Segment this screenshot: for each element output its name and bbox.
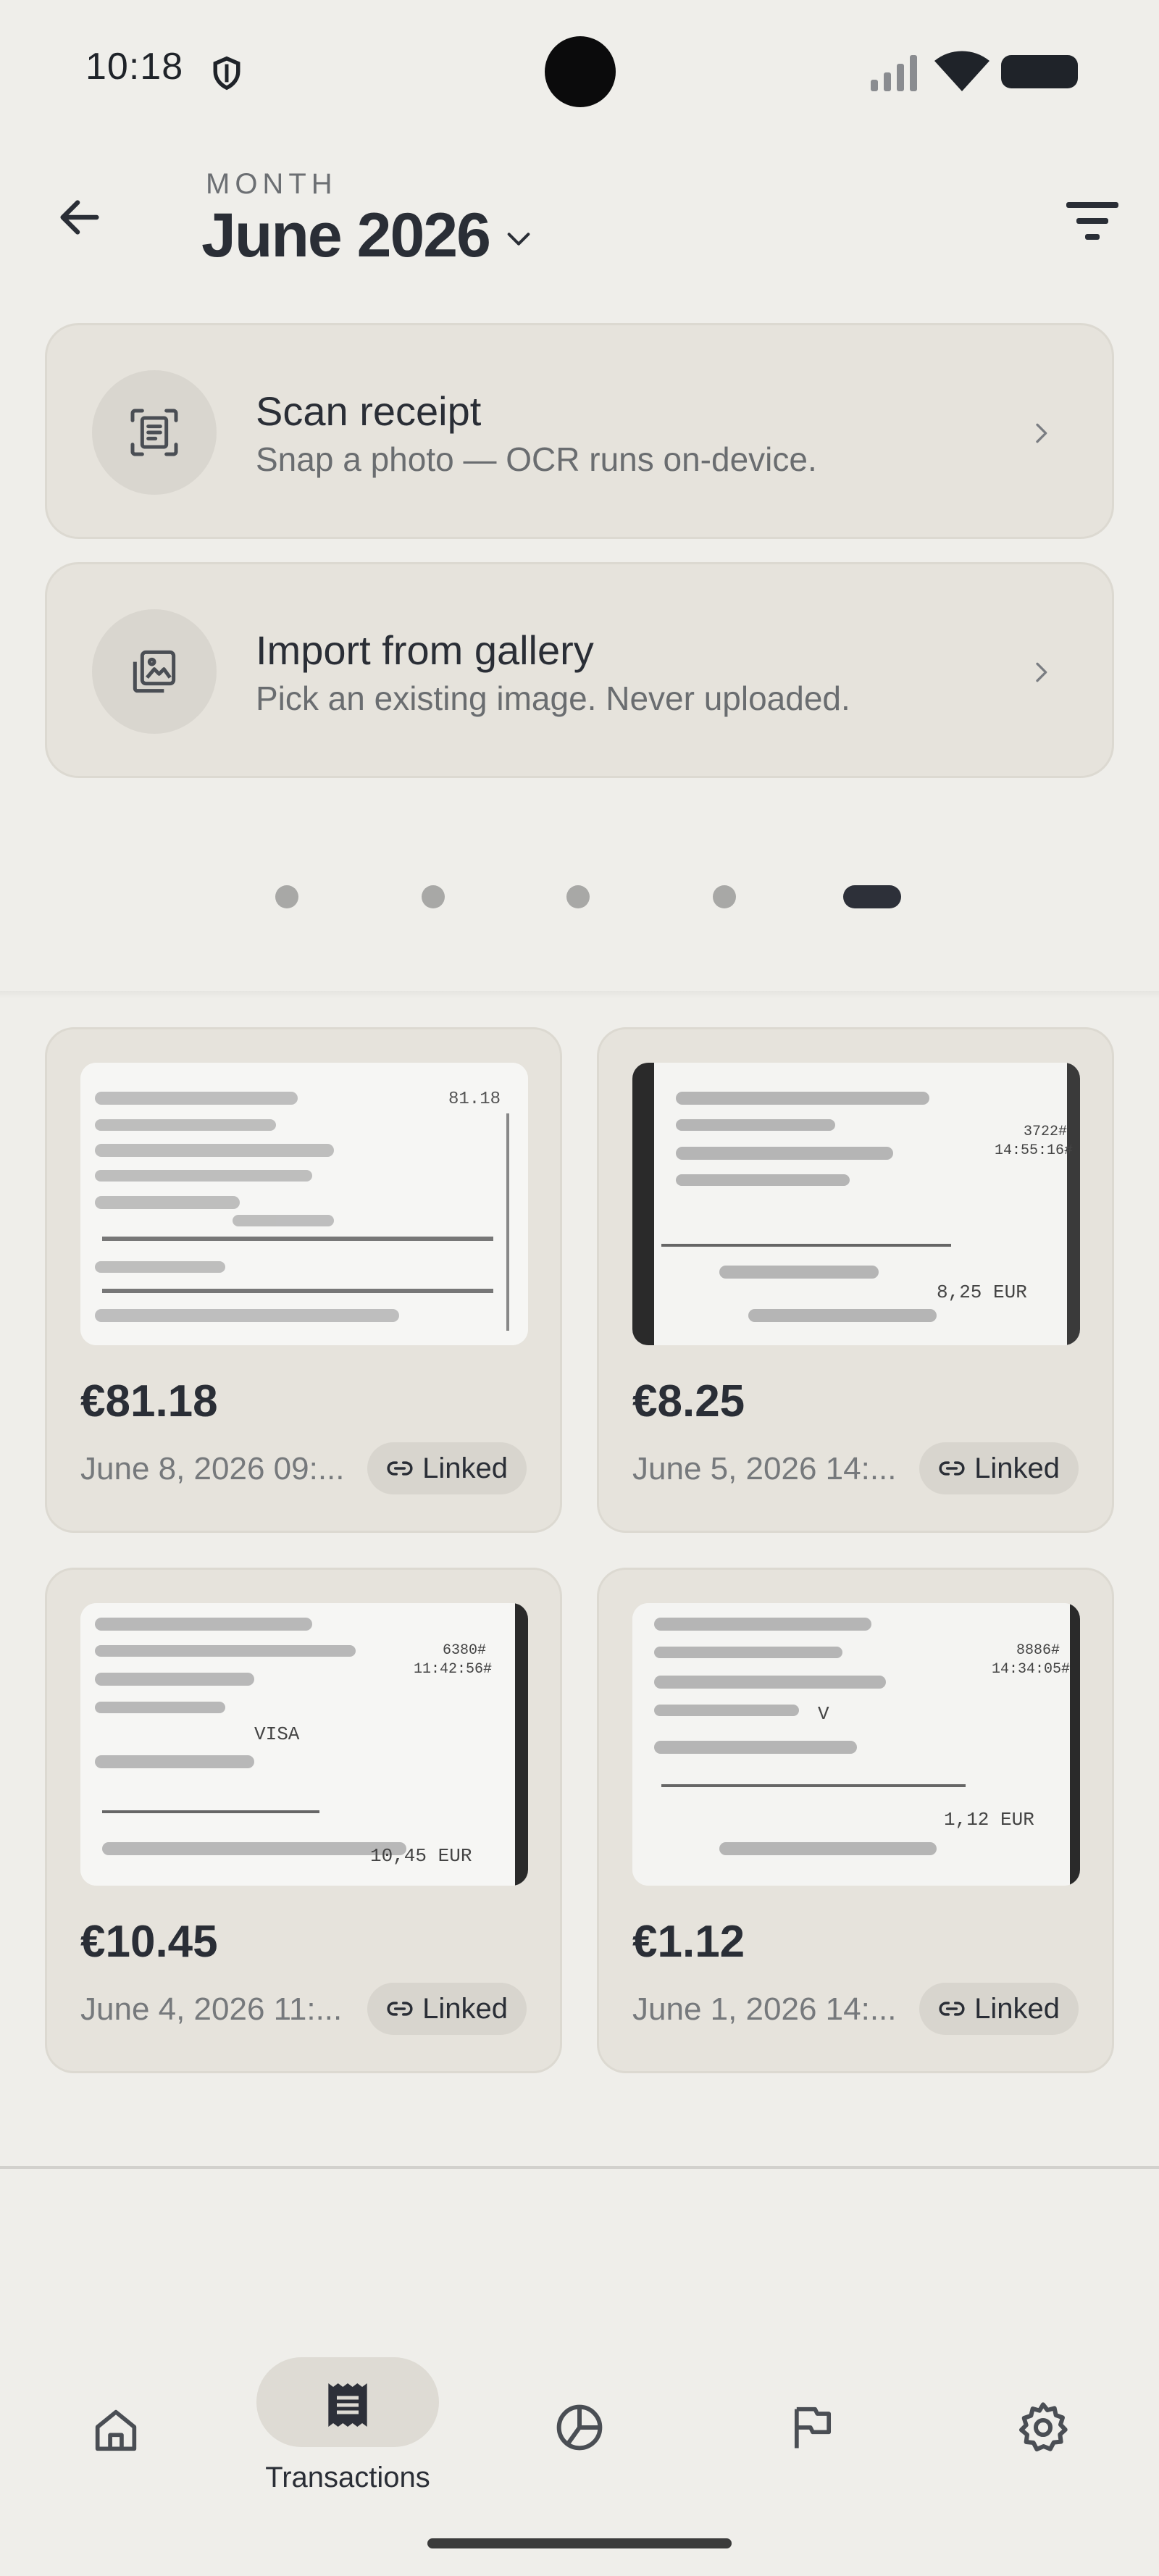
gear-icon bbox=[1019, 2402, 1068, 2451]
link-icon bbox=[387, 2002, 413, 2016]
pager-dot-1[interactable] bbox=[275, 885, 298, 908]
linked-label: Linked bbox=[974, 1452, 1060, 1484]
gallery-icon-container bbox=[92, 609, 217, 734]
nav-reports[interactable] bbox=[536, 2388, 623, 2467]
chevron-right-icon bbox=[1036, 423, 1047, 443]
pager-dot-2[interactable] bbox=[422, 885, 445, 908]
receipt-date: June 4, 2026 11:... bbox=[80, 1991, 343, 2027]
receipt-ocr-text: 1,12 EUR bbox=[944, 1809, 1034, 1831]
linked-badge: Linked bbox=[919, 1983, 1079, 2035]
receipt-thumbnail: 8886# 14:34:05# V 1,12 EUR bbox=[632, 1603, 1080, 1886]
receipt-date: June 1, 2026 14:... bbox=[632, 1991, 897, 2027]
receipt-thumbnail: 81.18 bbox=[80, 1063, 528, 1345]
scan-receipt-card[interactable]: Scan receipt Snap a photo — OCR runs on-… bbox=[45, 323, 1114, 539]
link-icon bbox=[939, 2002, 965, 2016]
filter-icon bbox=[1066, 202, 1118, 240]
nav-goals[interactable] bbox=[769, 2388, 856, 2467]
flag-icon bbox=[794, 2406, 832, 2449]
receipt-date: June 8, 2026 09:... bbox=[80, 1451, 345, 1486]
arrow-left-icon bbox=[60, 200, 99, 235]
action-subtitle: Pick an existing image. Never uploaded. bbox=[256, 679, 850, 717]
home-icon bbox=[95, 2409, 137, 2451]
pager-dot-3[interactable] bbox=[566, 885, 590, 908]
action-title: Import from gallery bbox=[256, 627, 594, 673]
linked-label: Linked bbox=[974, 1992, 1060, 2025]
receipt-amount: €81.18 bbox=[80, 1376, 218, 1426]
receipt-ocr-text: 10,45 EUR bbox=[370, 1845, 472, 1867]
nav-transactions-label: Transactions bbox=[265, 2462, 430, 2493]
receipt-ocr-text: V bbox=[818, 1703, 829, 1725]
receipt-card[interactable]: 81.18 €81.18 June 8, 2026 09:... Linked bbox=[45, 1027, 562, 1533]
chevron-down-icon bbox=[507, 232, 530, 246]
pager-dot-5-active[interactable] bbox=[843, 885, 901, 908]
panel-divider bbox=[0, 991, 1159, 998]
receipt-amount: €10.45 bbox=[80, 1917, 218, 1967]
receipt-card[interactable]: 3722# 14:55:16# 8,25 EUR €8.25 June 5, 2… bbox=[597, 1027, 1114, 1533]
wifi-icon bbox=[934, 51, 989, 95]
receipt-ocr-text: 8,25 EUR bbox=[937, 1281, 1027, 1303]
link-icon bbox=[939, 1461, 965, 1476]
import-gallery-card[interactable]: Import from gallery Pick an existing ima… bbox=[45, 562, 1114, 778]
chevron-right-icon bbox=[1036, 662, 1047, 682]
receipt-amount: €1.12 bbox=[632, 1917, 745, 1967]
receipt-ocr-text: 6380# bbox=[443, 1642, 486, 1659]
list-divider bbox=[0, 2166, 1159, 2169]
linked-label: Linked bbox=[422, 1992, 508, 2025]
receipt-thumbnail: 3722# 14:55:16# 8,25 EUR bbox=[632, 1063, 1080, 1345]
receipt-ocr-text: 11:42:56# bbox=[414, 1661, 492, 1678]
receipt-card[interactable]: 8886# 14:34:05# V 1,12 EUR €1.12 June 1,… bbox=[597, 1568, 1114, 2073]
signal-icon bbox=[871, 55, 921, 95]
gesture-home-indicator[interactable] bbox=[427, 2538, 732, 2548]
receipt-icon bbox=[328, 2383, 367, 2427]
link-icon bbox=[387, 1461, 413, 1476]
receipt-ocr-text: VISA bbox=[254, 1723, 300, 1745]
linked-label: Linked bbox=[422, 1452, 508, 1484]
front-camera bbox=[545, 36, 616, 107]
nav-home[interactable] bbox=[72, 2391, 159, 2470]
action-title: Scan receipt bbox=[256, 388, 482, 434]
receipt-amount: €8.25 bbox=[632, 1376, 745, 1426]
receipt-ocr-text: 3722# bbox=[1024, 1124, 1067, 1140]
nav-settings[interactable] bbox=[1000, 2388, 1087, 2467]
receipt-ocr-text: 8886# bbox=[1016, 1642, 1060, 1659]
receipt-ocr-text: 81.18 bbox=[448, 1090, 501, 1109]
receipt-card[interactable]: 6380# 11:42:56# VISA 10,45 EUR €10.45 Ju… bbox=[45, 1568, 562, 2073]
battery-icon bbox=[1001, 55, 1078, 88]
action-subtitle: Snap a photo — OCR runs on-device. bbox=[256, 440, 817, 478]
gallery-icon bbox=[133, 650, 176, 693]
linked-badge: Linked bbox=[919, 1442, 1079, 1494]
linked-badge: Linked bbox=[367, 1983, 527, 2035]
filter-button[interactable] bbox=[1058, 190, 1127, 252]
nav-transactions[interactable] bbox=[311, 2369, 384, 2441]
scan-icon-container bbox=[92, 370, 217, 495]
back-button[interactable] bbox=[48, 185, 112, 249]
month-selector[interactable]: June 2026 bbox=[201, 200, 533, 272]
document-scan-icon bbox=[130, 409, 178, 456]
receipt-thumbnail: 6380# 11:42:56# VISA 10,45 EUR bbox=[80, 1603, 528, 1886]
status-time: 10:18 bbox=[85, 46, 184, 88]
receipt-ocr-text: 14:34:05# bbox=[992, 1661, 1070, 1678]
receipt-ocr-text: 14:55:16# bbox=[995, 1142, 1073, 1159]
month-label: MONTH bbox=[206, 168, 338, 200]
month-title: June 2026 bbox=[201, 201, 491, 270]
pager-dot-4[interactable] bbox=[713, 885, 736, 908]
linked-badge: Linked bbox=[367, 1442, 527, 1494]
pie-chart-icon bbox=[556, 2404, 603, 2451]
receipt-date: June 5, 2026 14:... bbox=[632, 1451, 897, 1486]
shield-icon bbox=[207, 54, 246, 93]
